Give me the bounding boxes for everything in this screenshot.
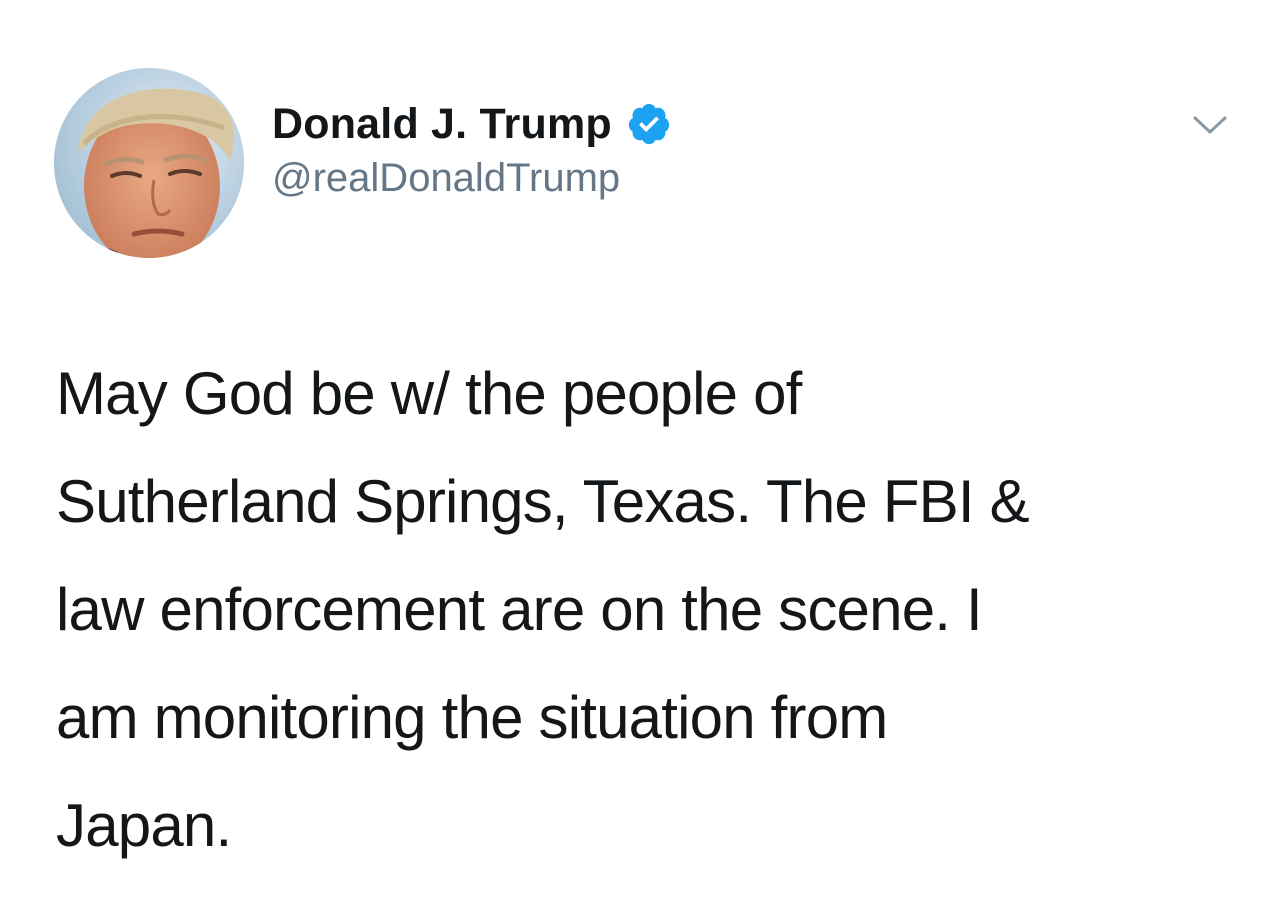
verified-badge-icon: [626, 101, 672, 147]
author-identity[interactable]: Donald J. Trump @realDonaldTrump: [272, 96, 672, 201]
tweet-text-line: Japan.: [56, 792, 232, 859]
profile-photo: [54, 68, 244, 258]
tweet-text-line: Sutherland Springs, Texas. The FBI &: [56, 468, 1030, 535]
name-row: Donald J. Trump: [272, 96, 672, 152]
avatar[interactable]: [54, 68, 244, 258]
user-handle[interactable]: @realDonaldTrump: [272, 156, 672, 201]
tweet-text-line: am monitoring the situation from: [56, 684, 888, 751]
tweet-text-line: law enforcement are on the scene. I: [56, 576, 983, 643]
display-name[interactable]: Donald J. Trump: [272, 100, 612, 149]
chevron-down-icon[interactable]: [1192, 112, 1228, 138]
tweet-text: May God be w/ the people of Sutherland S…: [56, 340, 1246, 880]
tweet-card: Donald J. Trump @realDonaldTrump May God…: [0, 0, 1280, 924]
tweet-text-line: May God be w/ the people of: [56, 360, 802, 427]
